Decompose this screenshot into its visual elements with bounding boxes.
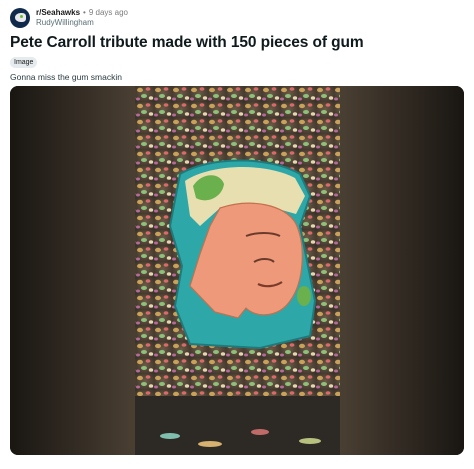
post-flair[interactable]: Image bbox=[10, 57, 38, 68]
post-body: Gonna miss the gum smackin bbox=[10, 72, 122, 82]
author-link[interactable]: RudyWillingham bbox=[36, 18, 128, 28]
post-title[interactable]: Pete Carroll tribute made with 150 piece… bbox=[10, 34, 364, 52]
post-image[interactable] bbox=[10, 86, 464, 455]
post-age: 9 days ago bbox=[88, 8, 128, 17]
post-card[interactable]: r/Seahawks • 9 days ago RudyWillingham P… bbox=[0, 0, 474, 469]
meta-separator: • bbox=[83, 8, 86, 17]
subreddit-link[interactable]: r/Seahawks bbox=[36, 8, 80, 18]
post-meta: r/Seahawks • 9 days ago RudyWillingham bbox=[36, 8, 128, 28]
gum-wall-portrait-image bbox=[10, 86, 464, 455]
post-header: r/Seahawks • 9 days ago RudyWillingham bbox=[10, 8, 128, 28]
subreddit-avatar[interactable] bbox=[10, 8, 30, 28]
